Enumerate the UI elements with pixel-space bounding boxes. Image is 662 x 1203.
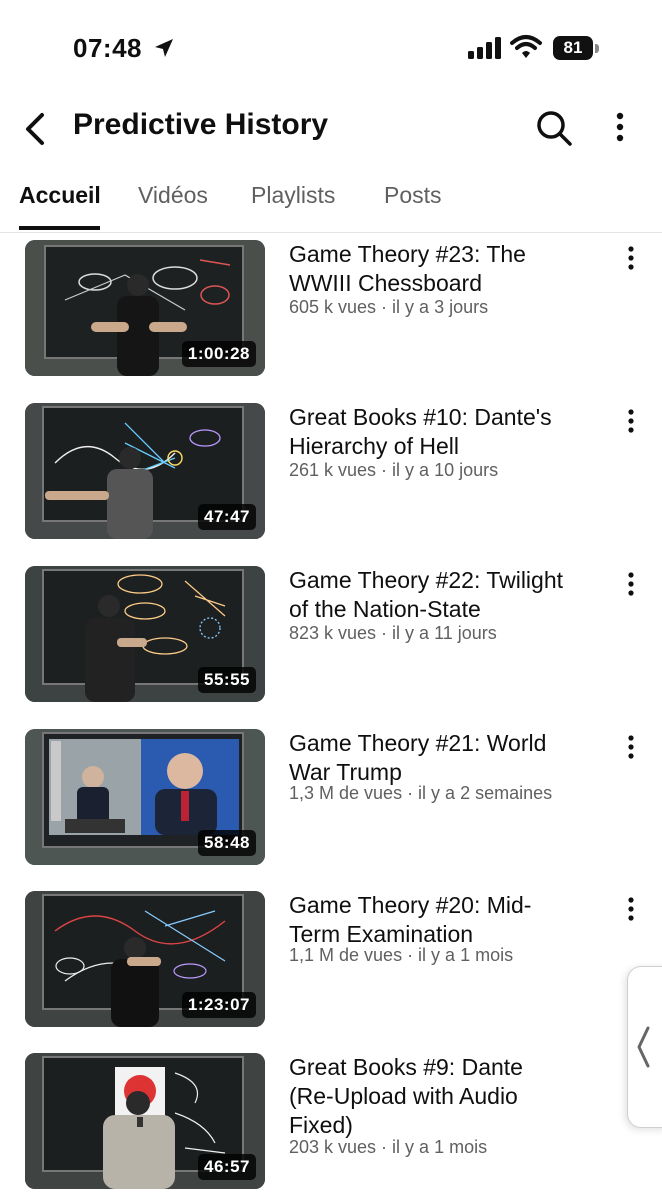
video-item[interactable]: 46:57 Great Books #9: Dante (Re-Upload w… bbox=[0, 1053, 662, 1203]
channel-tabs: Accueil Vidéos Playlists Posts bbox=[0, 166, 662, 233]
video-title-line: Fixed) bbox=[289, 1112, 353, 1138]
video-title-line: Game Theory #21: World bbox=[289, 730, 547, 756]
video-title: Game Theory #23: The WWIII Chessboard bbox=[289, 240, 604, 298]
video-duration: 47:47 bbox=[198, 504, 256, 530]
status-time: 07:48 bbox=[73, 33, 142, 63]
channel-title: Predictive History bbox=[73, 108, 329, 141]
video-title-line: Hierarchy of Hell bbox=[289, 433, 459, 459]
tab-posts[interactable]: Posts bbox=[384, 182, 442, 209]
video-meta: 203 k vues · il y a 1 mois bbox=[289, 1137, 488, 1157]
video-item[interactable]: 58:48 Game Theory #21: World War Trump 1… bbox=[0, 729, 662, 879]
video-meta: 261 k vues · il y a 10 jours bbox=[289, 460, 499, 480]
active-tab-indicator bbox=[19, 226, 100, 230]
video-title-line: (Re-Upload with Audio bbox=[289, 1083, 518, 1109]
video-thumbnail[interactable]: 55:55 bbox=[25, 566, 265, 702]
wifi-icon bbox=[510, 35, 542, 58]
video-duration: 46:57 bbox=[198, 1154, 256, 1180]
signal-icon bbox=[468, 37, 501, 59]
video-thumbnail[interactable]: 46:57 bbox=[25, 1053, 265, 1189]
tab-videos[interactable]: Vidéos bbox=[138, 182, 208, 209]
side-panel-handle[interactable] bbox=[627, 966, 662, 1128]
video-title-line: Game Theory #20: Mid- bbox=[289, 892, 532, 918]
more-vert-icon[interactable] bbox=[620, 244, 642, 274]
video-title: Great Books #10: Dante's Hierarchy of He… bbox=[289, 403, 604, 461]
video-item[interactable]: 47:47 Great Books #10: Dante's Hierarchy… bbox=[0, 403, 662, 553]
video-thumbnail[interactable]: 1:23:07 bbox=[25, 891, 265, 1027]
video-item[interactable]: 1:23:07 Game Theory #20: Mid- Term Exami… bbox=[0, 891, 662, 1041]
video-duration: 1:23:07 bbox=[181, 992, 256, 1018]
video-title-line: Game Theory #23: The bbox=[289, 241, 526, 267]
battery-level: 81 bbox=[553, 36, 593, 60]
video-title: Game Theory #22: Twilight of the Nation-… bbox=[289, 566, 604, 624]
video-item[interactable]: 1:00:28 Game Theory #23: The WWIII Chess… bbox=[0, 240, 662, 390]
video-title-line: WWIII Chessboard bbox=[289, 270, 482, 296]
location-arrow-icon bbox=[155, 39, 173, 57]
more-vert-icon[interactable] bbox=[620, 895, 642, 925]
video-title-line: Great Books #10: Dante's bbox=[289, 404, 552, 430]
video-duration: 55:55 bbox=[198, 667, 256, 693]
status-bar: 07:48 81 bbox=[0, 0, 662, 96]
search-icon[interactable] bbox=[534, 108, 574, 148]
video-meta: 823 k vues · il y a 11 jours bbox=[289, 623, 497, 643]
tab-playlists[interactable]: Playlists bbox=[251, 182, 335, 209]
video-title: Game Theory #21: World War Trump bbox=[289, 729, 604, 787]
more-vert-icon[interactable] bbox=[620, 407, 642, 437]
back-icon[interactable] bbox=[20, 112, 50, 146]
video-title: Great Books #9: Dante (Re-Upload with Au… bbox=[289, 1053, 604, 1140]
video-title-line: of the Nation-State bbox=[289, 596, 481, 622]
video-duration: 1:00:28 bbox=[181, 341, 256, 367]
video-meta: 605 k vues · il y a 3 jours bbox=[289, 297, 489, 317]
chevron-left-icon bbox=[637, 1026, 650, 1068]
channel-header: Predictive History bbox=[0, 96, 662, 166]
more-vert-icon[interactable] bbox=[620, 733, 642, 763]
video-meta: 1,1 M de vues · il y a 1 mois bbox=[289, 945, 514, 965]
video-title: Game Theory #20: Mid- Term Examination bbox=[289, 891, 604, 949]
tab-accueil[interactable]: Accueil bbox=[19, 182, 101, 209]
video-thumbnail[interactable]: 58:48 bbox=[25, 729, 265, 865]
video-thumbnail[interactable]: 47:47 bbox=[25, 403, 265, 539]
video-meta: 1,3 M de vues · il y a 2 semaines bbox=[289, 783, 553, 803]
video-title-line: Game Theory #22: Twilight bbox=[289, 567, 564, 593]
battery-icon: 81 bbox=[553, 36, 601, 62]
more-vert-icon[interactable] bbox=[606, 110, 634, 146]
video-item[interactable]: 55:55 Game Theory #22: Twilight of the N… bbox=[0, 566, 662, 716]
more-vert-icon[interactable] bbox=[620, 570, 642, 600]
video-thumbnail[interactable]: 1:00:28 bbox=[25, 240, 265, 376]
video-title-line: Great Books #9: Dante bbox=[289, 1054, 523, 1080]
video-duration: 58:48 bbox=[198, 830, 256, 856]
